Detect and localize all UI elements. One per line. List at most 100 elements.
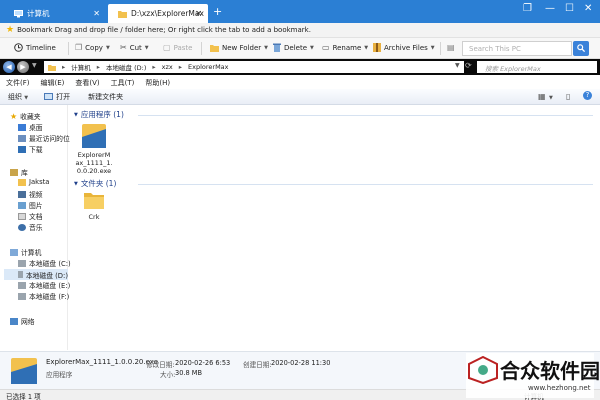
organize-button[interactable]: 组织 ▼ <box>8 92 28 102</box>
copy-button[interactable]: ❐ Copy ▼ <box>75 43 110 52</box>
refresh-icon[interactable]: ⟳ <box>465 61 472 70</box>
search-icon <box>577 44 586 53</box>
breadcrumb-xzx[interactable]: xzx <box>162 63 173 71</box>
search-button[interactable] <box>573 41 589 56</box>
nav-label: 本地磁盘 (E:) <box>29 282 71 290</box>
breadcrumb-computer[interactable]: 计算机 <box>71 62 91 72</box>
content-area: ▼ 应用程序 (1) ExplorerM ax_1111_1. 0.0.20.e… <box>68 105 600 350</box>
nav-label: Jaksta <box>29 178 50 186</box>
back-button[interactable]: ◀ <box>3 61 15 73</box>
folder-search-input[interactable]: 搜索 ExplorerMax <box>477 61 597 73</box>
size-value: 30.8 MB <box>175 369 202 377</box>
trash-icon <box>273 43 281 52</box>
nav-pictures[interactable]: 图片 <box>18 200 43 210</box>
cut-button[interactable]: ✂ Cut ▼ <box>120 43 149 52</box>
nav-drive-d[interactable]: 本地磁盘 (D:) <box>4 269 68 280</box>
new-folder-button[interactable]: New Folder ▼ <box>210 43 268 52</box>
video-icon <box>18 190 26 198</box>
file-name-line: 0.0.20.exe <box>76 167 112 175</box>
selection-count: 已选择 1 项 <box>6 393 41 400</box>
nav-drive-c[interactable]: 本地磁盘 (C:) <box>18 258 71 268</box>
nav-computer[interactable]: 计算机 <box>10 247 41 257</box>
paste-button[interactable]: ▢ Paste <box>163 43 192 52</box>
nav-desktop[interactable]: 桌面 <box>18 122 43 132</box>
group-label: 应用程序 (1) <box>80 110 124 119</box>
recent-dropdown-icon[interactable]: ▼ <box>32 62 37 69</box>
menu-tools[interactable]: 工具(T) <box>111 78 135 88</box>
breadcrumb-sep-icon: ▸ <box>152 63 156 71</box>
nav-drive-e[interactable]: 本地磁盘 (E:) <box>18 280 70 290</box>
chevron-down-icon[interactable]: ▼ <box>549 93 553 101</box>
nav-downloads[interactable]: 下载 <box>18 144 43 154</box>
tab-explorermax[interactable]: D:\xzx\ExplorerMax ✕ <box>108 4 208 23</box>
group-header-apps[interactable]: ▼ 应用程序 (1) <box>74 109 124 120</box>
chevron-down-icon: ▼ <box>364 44 369 51</box>
nav-label: 最近访问的位 <box>29 135 70 143</box>
timeline-button[interactable]: Timeline <box>14 43 56 52</box>
help-icon[interactable]: ? <box>583 91 592 100</box>
close-tab-icon[interactable]: ✕ <box>195 9 202 18</box>
archive-files-button[interactable]: Archive Files ▼ <box>373 43 435 52</box>
address-field[interactable]: ▸ 计算机 ▸ 本地磁盘 (D:) ▸ xzx ▸ ExplorerMax <box>44 61 464 73</box>
divider <box>138 184 593 185</box>
delete-label: Delete <box>284 43 307 52</box>
library-icon <box>10 168 18 176</box>
folder-crk[interactable]: Crk <box>76 189 112 221</box>
star-icon: ★ <box>10 111 18 121</box>
bookmark-bar: ★ Bookmark Drag and drop file / folder h… <box>0 23 600 38</box>
menu-file[interactable]: 文件(F) <box>6 78 30 88</box>
delete-button[interactable]: Delete ▼ <box>273 43 314 52</box>
chevron-down-icon: ▼ <box>310 44 314 51</box>
nav-network[interactable]: 网络 <box>10 316 35 326</box>
search-input[interactable]: Search This PC <box>462 41 572 56</box>
preview-pane-icon[interactable]: ▯ <box>566 92 570 101</box>
open-button[interactable]: 打开 <box>44 92 70 102</box>
new-folder-command[interactable]: 新建文件夹 <box>88 92 123 102</box>
divider <box>440 42 441 55</box>
nav-drive-f[interactable]: 本地磁盘 (F:) <box>18 291 69 301</box>
forward-button[interactable]: ▶ <box>17 61 29 73</box>
nav-music[interactable]: 音乐 <box>18 222 43 232</box>
cut-label: Cut <box>129 43 142 52</box>
breadcrumb-explorermax[interactable]: ExplorerMax <box>188 63 229 71</box>
nav-documents[interactable]: 文档 <box>18 211 43 221</box>
nav-recent[interactable]: 最近访问的位 <box>18 133 70 143</box>
pictures-icon <box>18 201 26 209</box>
folder-icon <box>18 178 26 186</box>
menu-help[interactable]: 帮助(H) <box>145 78 170 88</box>
arrow-right-icon: ▶ <box>20 63 26 71</box>
nav-label: 本地磁盘 (C:) <box>29 260 71 268</box>
calendar-icon: ▤ <box>447 43 455 52</box>
new-tab-button[interactable]: + <box>213 5 222 18</box>
downloads-icon <box>18 145 26 153</box>
menu-edit[interactable]: 编辑(E) <box>41 78 65 88</box>
minimize-icon[interactable]: — <box>545 3 555 14</box>
collapse-icon: ▼ <box>74 180 78 187</box>
address-dropdown-icon[interactable]: ▼ <box>455 62 460 69</box>
file-name-line: ax_1111_1. <box>75 159 113 167</box>
close-icon[interactable]: ✕ <box>584 3 592 14</box>
nav-videos[interactable]: 视频 <box>18 189 43 199</box>
tab-computer[interactable]: 计算机 ✕ <box>4 4 106 23</box>
organize-label: 组织 <box>8 92 22 101</box>
music-icon <box>18 223 26 231</box>
modified-label: 修改日期: <box>146 361 175 369</box>
breadcrumb-drive-d[interactable]: 本地磁盘 (D:) <box>106 62 146 72</box>
application-icon <box>82 124 106 148</box>
view-options-icon[interactable]: ▦ <box>538 92 546 101</box>
nav-label: 库 <box>21 169 28 177</box>
rename-button[interactable]: ▭ Rename ▼ <box>322 43 368 52</box>
restore-icon[interactable]: ❐ <box>523 3 532 14</box>
search-scope-button[interactable]: ▤ <box>447 43 455 52</box>
close-tab-icon[interactable]: ✕ <box>93 9 100 18</box>
nav-jaksta[interactable]: Jaksta <box>18 178 49 186</box>
file-explorermax-exe[interactable]: ExplorerM ax_1111_1. 0.0.20.exe <box>74 123 114 175</box>
menu-view[interactable]: 查看(V) <box>75 78 99 88</box>
chevron-down-icon: ▼ <box>24 94 29 101</box>
group-header-folders[interactable]: ▼ 文件夹 (1) <box>74 178 116 189</box>
rename-label: Rename <box>332 43 362 52</box>
nav-libraries[interactable]: 库 <box>10 167 28 177</box>
maximize-icon[interactable]: ☐ <box>565 3 574 14</box>
nav-label: 本地磁盘 (D:) <box>25 271 68 280</box>
nav-favorites[interactable]: ★ 收藏夹 <box>10 111 41 122</box>
